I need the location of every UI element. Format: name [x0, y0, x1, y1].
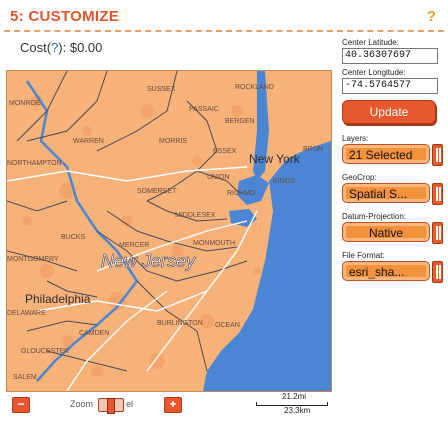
- zoom-level-label: el: [126, 399, 134, 409]
- layers-select-value[interactable]: 21 Selected: [342, 144, 430, 164]
- map-label-ocean: OCEAN: [215, 322, 240, 329]
- file-format-select-value[interactable]: esri_sha...: [342, 261, 430, 281]
- datum-projection-label: Datum-Projection:: [342, 212, 407, 221]
- settings-panel: Center Latitude: 40.36307697 Center Long…: [338, 38, 443, 290]
- center-latitude-input[interactable]: 40.36307697: [342, 48, 438, 64]
- layers-label: Layers:: [342, 134, 369, 143]
- divider: [4, 30, 444, 32]
- layers-select-arrow-icon[interactable]: [432, 144, 443, 166]
- datum-projection-select[interactable]: Native: [340, 222, 443, 244]
- cost-label: Cost(?): $0.00: [20, 40, 102, 55]
- update-button[interactable]: Update: [342, 100, 436, 124]
- cost-value: ): $0.00: [58, 40, 103, 55]
- map-label-warren: WARREN: [73, 138, 104, 145]
- map-label-burlington: BURLINGTON: [157, 320, 203, 327]
- datum-projection-select-value[interactable]: Native: [342, 222, 430, 242]
- map-label-monroe: MONROE: [9, 100, 41, 107]
- map-label-gloucester: GLOUCESTER: [21, 348, 69, 355]
- zoom-slider-handle[interactable]: [107, 398, 115, 414]
- geocrop-select[interactable]: Spatial S...: [340, 183, 443, 205]
- map-label-sussex: SUSSEX: [147, 86, 176, 93]
- map-canvas[interactable]: SUSSEX ROCKLAND MONROE PASSAIC BERGEN WA…: [7, 71, 331, 391]
- map-label-union: UNION: [207, 174, 230, 181]
- map-label-rockland: ROCKLAND: [235, 84, 274, 91]
- cost-prefix: Cost(: [20, 40, 52, 55]
- file-format-select[interactable]: esri_sha...: [340, 261, 443, 283]
- map-label-richmond: RICHMO: [227, 190, 256, 197]
- step-title: 5: CUSTOMIZE: [10, 8, 120, 25]
- geocrop-label: GeoCrop:: [342, 173, 377, 182]
- map-label-kings: KINGS: [273, 178, 295, 185]
- map-label-middlesex: MIDDLESEX: [175, 212, 216, 219]
- geocrop-select-arrow-icon[interactable]: [432, 183, 443, 205]
- center-latitude-label: Center Latitude:: [342, 38, 399, 47]
- map-label-bucks: BUCKS: [61, 234, 85, 241]
- zoom-out-button[interactable]: −: [12, 397, 30, 413]
- map-label-philadelphia: Philadelphia: [25, 292, 91, 306]
- help-icon[interactable]: ?: [427, 8, 436, 25]
- scale-km: 23.3km: [284, 406, 311, 415]
- map-label-essex: ESSEX: [213, 148, 237, 155]
- map-label-morris: MORRIS: [159, 138, 187, 145]
- scale-miles: 21.2mi: [282, 392, 307, 401]
- center-longitude-input[interactable]: -74.5764577: [342, 78, 438, 94]
- file-format-select-arrow-icon[interactable]: [432, 261, 443, 283]
- geocrop-select-value[interactable]: Spatial S...: [342, 183, 430, 203]
- zoom-label: Zoom: [70, 399, 94, 409]
- map-label-camden: CAMDEN: [79, 330, 109, 337]
- land-texture: [22, 95, 261, 377]
- map-label-delaware: DELAWARE: [7, 310, 46, 317]
- map-label-monmouth: MONMOUTH: [193, 240, 235, 247]
- zoom-in-button[interactable]: +: [164, 397, 182, 413]
- zoom-slider[interactable]: [98, 398, 124, 414]
- map-label-northampton: NORTHAMPTON: [7, 160, 62, 167]
- header: 5: CUSTOMIZE ?: [4, 8, 444, 28]
- zoom-bar: − Zoom el +: [6, 396, 186, 414]
- datum-projection-select-arrow-icon[interactable]: [432, 222, 443, 244]
- map-label-bergen: BERGEN: [225, 118, 255, 125]
- scale-bar: 21.2mi 23.3km: [254, 392, 328, 420]
- layers-select[interactable]: 21 Selected: [340, 144, 443, 166]
- map-label-salem: SALEM: [13, 374, 37, 381]
- map-label-newyork: New York: [249, 152, 301, 166]
- map-label-newjersey: New Jersey: [101, 251, 196, 271]
- file-format-label: File Format:: [342, 251, 385, 260]
- map-label-montgomery: MONTGOMERY: [7, 256, 59, 263]
- map-view[interactable]: SUSSEX ROCKLAND MONROE PASSAIC BERGEN WA…: [6, 70, 332, 392]
- map-label-somerset: SOMERSET: [137, 188, 177, 195]
- center-longitude-label: Center Longitude:: [342, 68, 406, 77]
- map-label-bronx: BRON: [303, 146, 323, 153]
- map-label-mercer: MERCER: [119, 242, 149, 249]
- map-label-passaic: PASSAIC: [189, 106, 219, 113]
